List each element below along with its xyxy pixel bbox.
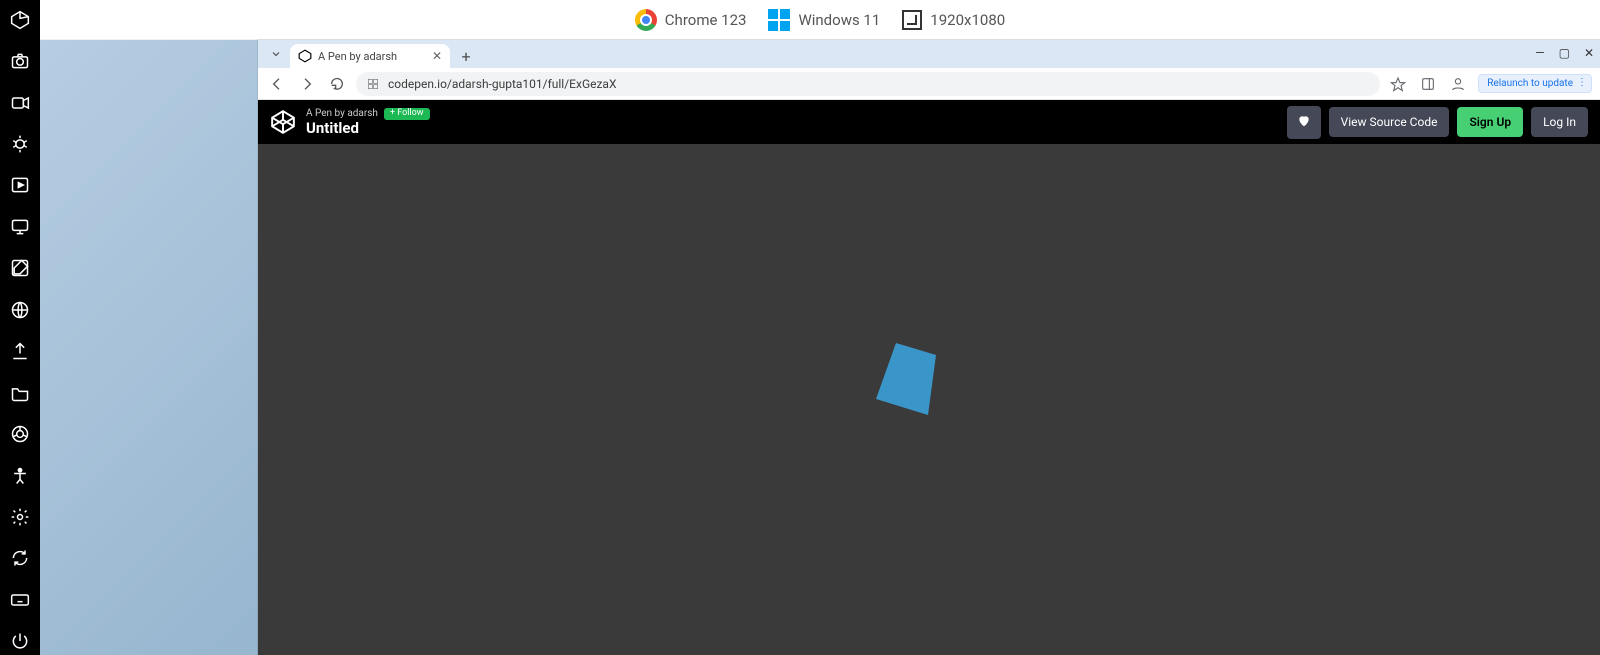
tab-close-icon[interactable]: ✕ [432,49,442,63]
recent-tabs-button[interactable] [266,44,286,64]
resolution-icon [902,10,922,30]
codepen-output-canvas [258,144,1600,655]
meta-browser-label: Chrome 123 [665,11,747,29]
gear-icon[interactable] [6,503,34,530]
codepen-byline-row: A Pen by adarsh + Follow [306,108,430,120]
codepen-header: A Pen by adarsh + Follow Untitled View S… [258,100,1600,144]
chrome-outline-icon[interactable] [6,420,34,447]
globe-icon[interactable] [6,296,34,323]
bug-icon[interactable] [6,130,34,157]
meta-os: Windows 11 [768,9,880,31]
heart-icon [1297,114,1311,128]
play-window-icon[interactable] [6,172,34,199]
codepen-byline: A Pen by adarsh [306,108,378,119]
url-text: codepen.io/adarsh-gupta101/full/ExGezaX [388,77,617,91]
url-input[interactable]: codepen.io/adarsh-gupta101/full/ExGezaX [356,72,1380,96]
logo-icon[interactable] [6,6,34,33]
desktop-background: A Pen by adarsh ✕ + — ▢ ✕ codepen.io/ada… [40,40,1600,655]
tool-rail [0,0,40,655]
folder-icon[interactable] [6,379,34,406]
bookmark-star-icon[interactable] [1388,74,1408,94]
tab-active[interactable]: A Pen by adarsh ✕ [290,44,450,68]
new-tab-button[interactable]: + [454,44,478,68]
signup-button[interactable]: Sign Up [1457,107,1523,137]
nav-forward-button[interactable] [296,73,318,95]
video-icon[interactable] [6,89,34,116]
codepen-header-right: View Source Code Sign Up Log In [1287,106,1588,139]
nav-back-button[interactable] [266,73,288,95]
chrome-icon [635,9,657,31]
codepen-logo-icon [270,109,296,135]
meta-resolution: 1920x1080 [902,10,1005,30]
monitor-icon[interactable] [6,213,34,240]
address-actions: Relaunch to update [1388,74,1592,94]
view-source-button[interactable]: View Source Code [1329,107,1450,137]
window-close-button[interactable]: ✕ [1584,46,1594,60]
edit-icon[interactable] [6,255,34,282]
heart-button[interactable] [1287,106,1321,139]
environment-meta-bar: Chrome 123 Windows 11 1920x1080 [40,0,1600,40]
meta-os-label: Windows 11 [798,11,880,29]
address-bar: codepen.io/adarsh-gupta101/full/ExGezaX … [258,68,1600,100]
browser-window: A Pen by adarsh ✕ + — ▢ ✕ codepen.io/ada… [258,40,1600,655]
accessibility-icon[interactable] [6,462,34,489]
tab-strip: A Pen by adarsh ✕ + — ▢ ✕ [258,40,1600,68]
rotating-blue-shape [868,339,948,419]
window-maximize-button[interactable]: ▢ [1559,46,1570,60]
relaunch-button[interactable]: Relaunch to update [1478,74,1592,93]
site-info-icon[interactable] [366,77,380,91]
refresh-icon[interactable] [6,545,34,572]
codepen-favicon-icon [298,49,312,63]
codepen-header-left: A Pen by adarsh + Follow Untitled [270,108,430,136]
meta-browser: Chrome 123 [635,9,747,31]
main-stage: Chrome 123 Windows 11 1920x1080 A Pen by… [40,0,1600,655]
meta-resolution-label: 1920x1080 [930,11,1005,29]
upload-icon[interactable] [6,338,34,365]
window-minimize-button[interactable]: — [1535,46,1544,60]
codepen-title-block: A Pen by adarsh + Follow Untitled [306,108,430,136]
window-controls: — ▢ ✕ [1535,46,1594,60]
codepen-pen-title: Untitled [306,120,430,137]
camera-icon[interactable] [6,47,34,74]
tab-title: A Pen by adarsh [318,50,397,63]
extension-panel-icon[interactable] [1418,74,1438,94]
profile-icon[interactable] [1448,74,1468,94]
follow-button[interactable]: + Follow [384,108,430,120]
login-button[interactable]: Log In [1531,107,1588,137]
power-icon[interactable] [6,628,34,655]
windows-icon [768,9,790,31]
keyboard-icon[interactable] [6,586,34,613]
nav-reload-button[interactable] [326,73,348,95]
